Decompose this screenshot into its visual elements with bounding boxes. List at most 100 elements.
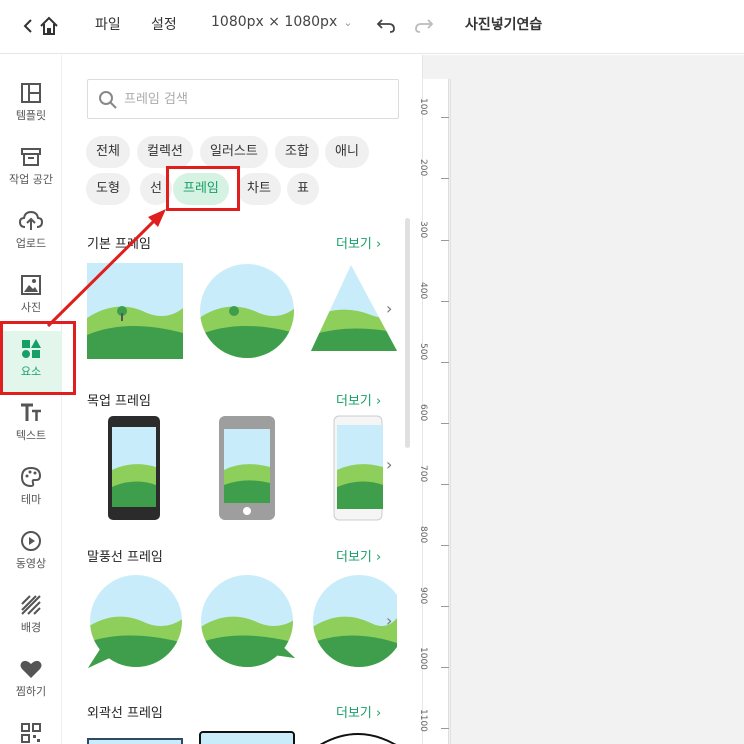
- ruler-tick: [441, 117, 449, 118]
- section-title-basic-frame: 기본 프레임: [87, 237, 151, 252]
- more-link-label: 더보기: [336, 706, 372, 721]
- phone-gray-mockup-thumbnail[interactable]: [218, 415, 276, 521]
- frame-circle-thumbnail[interactable]: [199, 263, 295, 359]
- ruler-tick: [441, 362, 449, 363]
- heart-icon: [20, 660, 42, 678]
- chip-combination[interactable]: 조합: [275, 136, 319, 168]
- undo-icon[interactable]: [376, 14, 396, 36]
- outline-frame-rounded-thumbnail[interactable]: [199, 731, 295, 744]
- next-arrow-icon[interactable]: ›: [386, 455, 392, 474]
- workspace-icon: [21, 148, 41, 166]
- rail-label: 사진: [20, 301, 42, 314]
- annotation-box-frame-chip: [166, 166, 240, 211]
- frame-square-thumbnail[interactable]: [87, 263, 183, 359]
- ruler-tick-label: 500: [418, 343, 428, 361]
- chevron-right-icon: ›: [376, 394, 382, 409]
- more-link-label: 더보기: [336, 394, 372, 409]
- elements-panel: 전체 컬렉션 일러스트 조합 애니 도형 선 프레임 차트 표 기본 프레임 더…: [62, 55, 422, 744]
- rail-item-workspace[interactable]: 작업 공간: [0, 139, 62, 203]
- frame-search-input[interactable]: [124, 88, 384, 110]
- rail-item-qrcode[interactable]: [0, 715, 62, 744]
- more-link-mockup-frame[interactable]: 더보기 ›: [336, 390, 381, 409]
- canvas-area: 100 200 300 400 500 600 700 800 900 1000…: [418, 55, 744, 744]
- ruler-tick: [441, 728, 449, 729]
- rail-item-theme[interactable]: 테마: [0, 459, 62, 523]
- speech-bubble-third-thumbnail[interactable]: [311, 573, 397, 669]
- ruler-tick: [441, 423, 449, 424]
- ruler-tick: [441, 240, 449, 241]
- left-rail: 템플릿 작업 공간 업로드 사진 요소 텍스트 테마 동영상 배경 찜하기: [0, 55, 62, 744]
- rail-item-upload[interactable]: 업로드: [0, 203, 62, 267]
- file-menu[interactable]: 파일: [95, 14, 121, 34]
- chip-shape[interactable]: 도형: [86, 173, 130, 205]
- chevron-right-icon: ›: [376, 550, 382, 565]
- chip-all[interactable]: 전체: [86, 136, 130, 168]
- frame-triangle-thumbnail[interactable]: [311, 263, 397, 353]
- phone-white-mockup-thumbnail[interactable]: [333, 415, 383, 521]
- top-bar: 파일 설정 1080px × 1080px ⌄ 사진넣기연습: [0, 0, 744, 54]
- ruler-tick-label: 300: [418, 221, 428, 239]
- rail-label: 테마: [20, 493, 42, 506]
- chip-illustration[interactable]: 일러스트: [200, 136, 268, 168]
- phone-dark-mockup-thumbnail[interactable]: [107, 415, 161, 521]
- chip-animation[interactable]: 애니: [325, 136, 369, 168]
- settings-menu[interactable]: 설정: [151, 14, 177, 34]
- rail-item-text[interactable]: 텍스트: [0, 395, 62, 459]
- chip-chart[interactable]: 차트: [237, 173, 281, 205]
- outline-frame-circle-thumbnail[interactable]: [318, 731, 398, 744]
- home-icon[interactable]: [38, 14, 60, 38]
- redo-icon[interactable]: [414, 14, 434, 36]
- speech-bubble-right-thumbnail[interactable]: [199, 573, 297, 669]
- more-link-speech-bubble-frame[interactable]: 더보기 ›: [336, 546, 381, 565]
- rail-item-favorites[interactable]: 찜하기: [0, 651, 62, 715]
- speech-bubble-left-thumbnail[interactable]: [86, 573, 184, 669]
- ruler-tick-label: 100: [418, 98, 428, 116]
- ruler-tick-label: 800: [418, 526, 428, 544]
- chip-table[interactable]: 표: [287, 173, 319, 205]
- ruler-tick-label: 700: [418, 465, 428, 483]
- app-window: 파일 설정 1080px × 1080px ⌄ 사진넣기연습 템플릿 작업 공간…: [0, 0, 744, 744]
- panel-scrollbar[interactable]: [405, 218, 410, 448]
- rail-label: 텍스트: [15, 429, 47, 442]
- document-title[interactable]: 사진넣기연습: [465, 14, 542, 34]
- ruler-tick: [441, 545, 449, 546]
- ruler-tick: [441, 667, 449, 668]
- chevron-right-icon: ›: [376, 706, 382, 721]
- ruler-tick-label: 1000: [418, 647, 428, 670]
- text-icon: [21, 403, 41, 421]
- rail-item-video[interactable]: 동영상: [0, 523, 62, 587]
- ruler-tick: [441, 606, 449, 607]
- ruler-tick-label: 1100: [418, 709, 428, 732]
- rail-label: 템플릿: [15, 109, 47, 122]
- canvas-size-value: 1080px × 1080px: [211, 14, 338, 30]
- frame-search-box[interactable]: [87, 79, 399, 119]
- rail-label: 업로드: [15, 237, 47, 250]
- next-arrow-icon[interactable]: ›: [386, 611, 392, 630]
- artboard[interactable]: [450, 79, 744, 744]
- chip-collection[interactable]: 컬렉션: [137, 136, 193, 168]
- section-title-speech-bubble-frame: 말풍선 프레임: [87, 550, 163, 565]
- search-icon: [99, 91, 117, 109]
- more-link-outline-frame[interactable]: 더보기 ›: [336, 702, 381, 721]
- upload-icon: [18, 210, 44, 230]
- ruler-tick-label: 400: [418, 282, 428, 300]
- next-arrow-icon[interactable]: ›: [386, 299, 392, 318]
- more-link-label: 더보기: [336, 550, 372, 565]
- ruler-tick: [441, 178, 449, 179]
- ruler-tick: [441, 484, 449, 485]
- section-title-outline-frame: 외곽선 프레임: [87, 706, 163, 721]
- vertical-ruler: 100 200 300 400 500 600 700 800 900 1000…: [418, 79, 449, 744]
- photo-icon: [21, 275, 41, 295]
- ruler-tick-label: 900: [418, 587, 428, 605]
- chevron-right-icon: ›: [376, 237, 382, 252]
- rail-label: 배경: [20, 621, 42, 634]
- canvas-size-select[interactable]: 1080px × 1080px ⌄: [211, 14, 352, 30]
- ruler-corner: [423, 55, 744, 79]
- more-link-basic-frame[interactable]: 더보기 ›: [336, 233, 381, 252]
- back-chevron-icon[interactable]: [20, 14, 36, 38]
- outline-frame-square-thumbnail[interactable]: [87, 737, 183, 744]
- rail-item-template[interactable]: 템플릿: [0, 75, 62, 139]
- section-title-mockup-frame: 목업 프레임: [87, 394, 151, 409]
- rail-item-background[interactable]: 배경: [0, 587, 62, 651]
- rail-label: 동영상: [15, 557, 47, 570]
